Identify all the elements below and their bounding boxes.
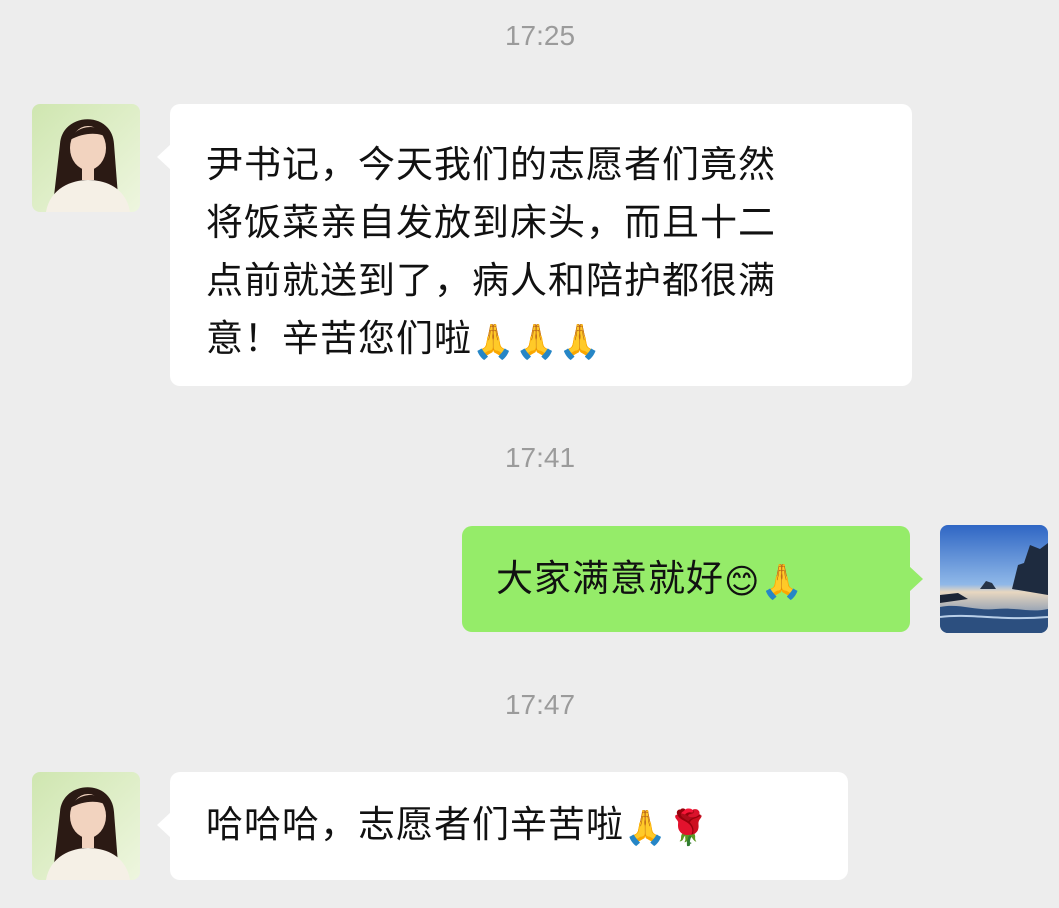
message-bubble-3[interactable]: 哈哈哈，志愿者们辛苦啦🙏🌹	[157, 772, 848, 880]
message-line-2: 将饭菜亲自发放到床头，而且十二	[206, 201, 776, 244]
timestamp-3: 17:47	[504, 689, 576, 720]
contact-avatar-image	[32, 104, 140, 212]
message-text: 大家满意就好	[496, 557, 724, 600]
self-avatar-image	[940, 525, 1048, 633]
smiling-face-icon: 😊	[724, 562, 761, 602]
timestamp-1: 17:25	[504, 20, 576, 51]
timestamp-2: 17:41	[504, 442, 576, 473]
contact-avatar[interactable]	[32, 104, 140, 212]
message-text: 哈哈哈，志愿者们辛苦啦	[206, 803, 624, 846]
message-line-4: 意！辛苦您们啦	[206, 317, 472, 360]
folded-hands-icon: 🙏	[472, 322, 516, 362]
folded-hands-icon: 🙏	[558, 322, 603, 362]
contact-avatar-image	[32, 772, 140, 880]
bubble-tail	[157, 144, 171, 170]
self-avatar[interactable]	[940, 525, 1048, 633]
folded-hands-icon: 🙏	[515, 322, 559, 362]
bubble-tail	[157, 812, 171, 838]
message-bubble-1[interactable]: 尹书记，今天我们的志愿者们竟然 将饭菜亲自发放到床头，而且十二 点前就送到了，病…	[157, 104, 912, 386]
message-line-1: 尹书记，今天我们的志愿者们竟然	[206, 143, 776, 186]
rose-icon: 🌹	[667, 808, 711, 848]
message-line-3: 点前就送到了，病人和陪护都很满	[206, 259, 776, 302]
message-bubble-2[interactable]: 大家满意就好😊🙏	[462, 526, 923, 632]
folded-hands-icon: 🙏	[624, 808, 668, 848]
bubble-tail	[909, 566, 923, 592]
contact-avatar[interactable]	[32, 772, 140, 880]
folded-hands-icon: 🙏	[760, 562, 804, 602]
